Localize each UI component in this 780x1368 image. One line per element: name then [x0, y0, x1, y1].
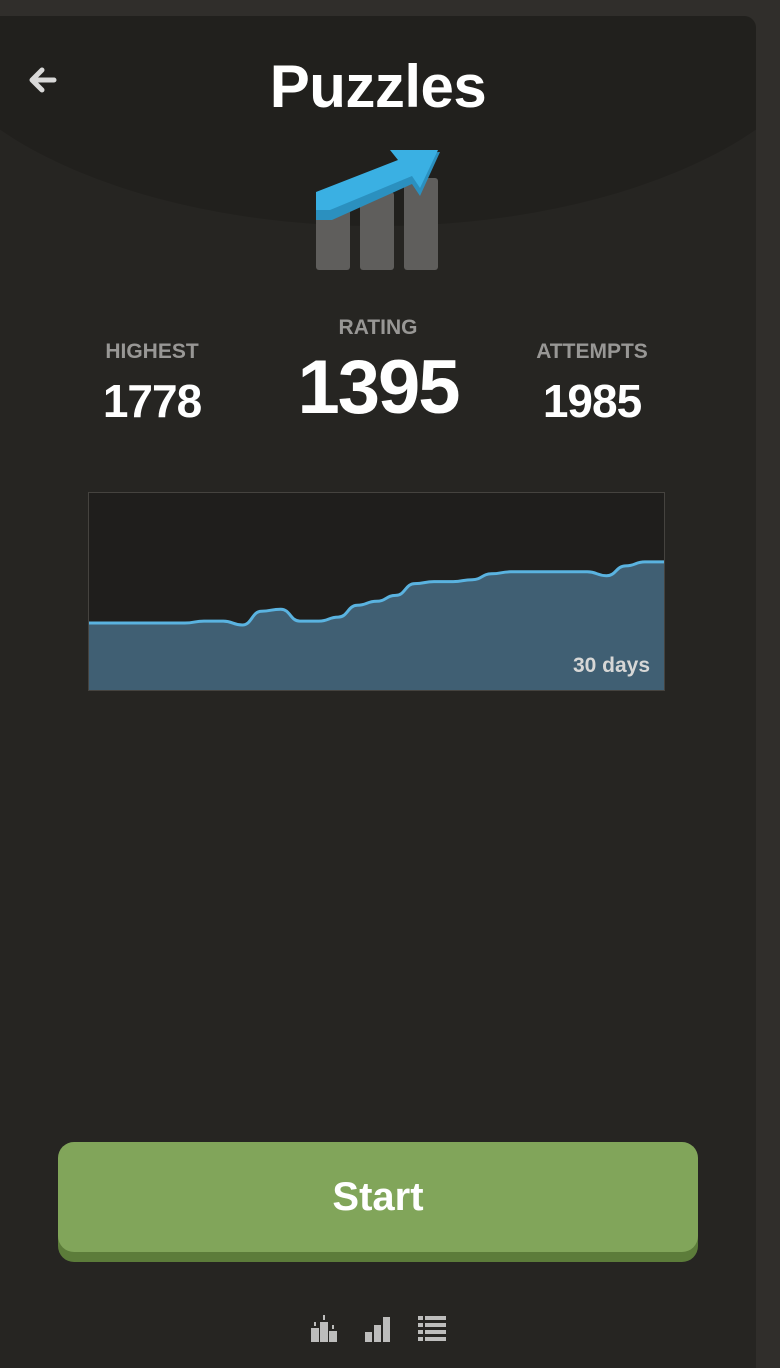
rating-label: RATING	[338, 316, 418, 339]
highest-label: HIGHEST	[105, 340, 199, 363]
attempts-label: ATTEMPTS	[536, 340, 648, 363]
start-button[interactable]: Start	[58, 1142, 698, 1252]
stats-bars-icon[interactable]	[362, 1312, 394, 1344]
page-title: Puzzles	[269, 53, 487, 120]
attempts-stat: ATTEMPTS 1985	[512, 340, 672, 428]
rating-value: 1395	[297, 345, 460, 430]
bottom-icon-bar	[0, 1312, 756, 1348]
rating-trend-up-icon	[316, 150, 440, 270]
rating-chart[interactable]: 30 days	[88, 492, 665, 691]
rating-stat: RATING 1395	[268, 316, 488, 431]
highest-value: 1778	[102, 375, 202, 427]
highest-stat: HIGHEST 1778	[72, 340, 232, 428]
list-icon[interactable]	[416, 1312, 448, 1344]
puzzles-panel: Puzzles HIGHEST 1778 RATING 1395 ATTEMPT…	[0, 16, 756, 1368]
chart-period-label: 30 days	[572, 654, 650, 677]
leaderboard-icon[interactable]	[308, 1312, 340, 1344]
attempts-value: 1985	[542, 375, 642, 427]
